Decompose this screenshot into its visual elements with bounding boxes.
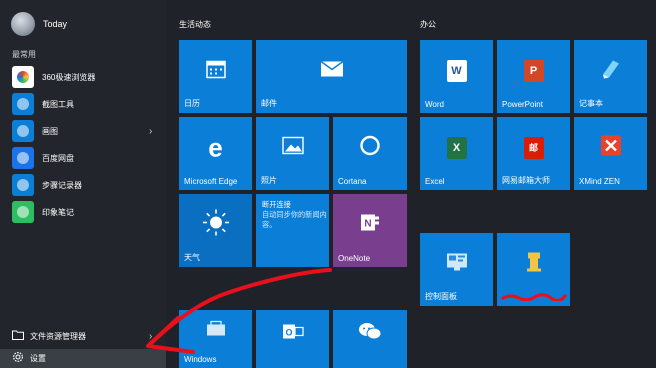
start-menu: Today 最常用 360极速浏览器 截图工具 画图 › 百度网盘 步骤记录器 印象笔记 文… [0,0,656,368]
annotation-arrow [146,268,332,354]
